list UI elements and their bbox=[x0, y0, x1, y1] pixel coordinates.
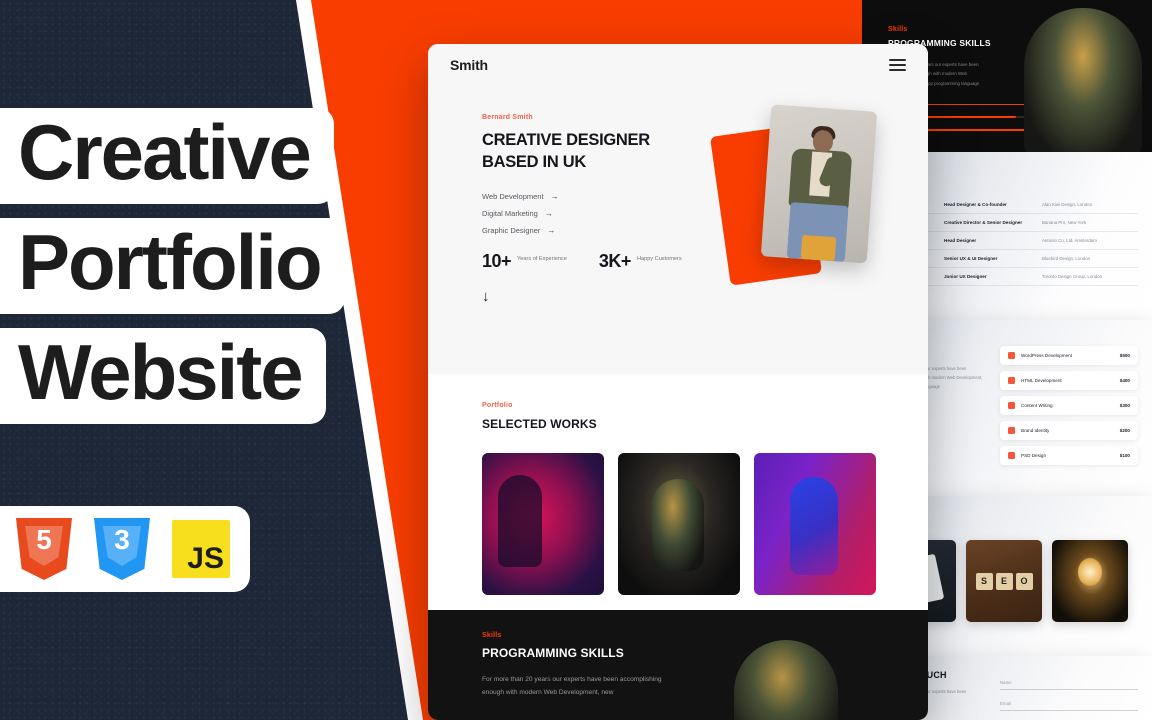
hero-link-label: Graphic Designer bbox=[482, 225, 541, 235]
service-name: WordPress Development bbox=[1021, 353, 1072, 358]
period-org: Bluebird Design, London bbox=[1042, 256, 1091, 261]
period-org: Alan Kiwi Design, London bbox=[1042, 202, 1093, 207]
news-card-lightbulb[interactable] bbox=[1052, 540, 1128, 622]
stat-years-experience: 10+ Years of Experience bbox=[482, 251, 567, 272]
hamburger-icon[interactable] bbox=[889, 59, 906, 71]
service-name: HTML Development bbox=[1021, 378, 1062, 383]
contact-form: Name Email bbox=[1000, 670, 1138, 720]
portfolio-eyebrow: Portfolio bbox=[482, 402, 513, 409]
hero-section: Bernard Smith CREATIVE DESIGNER BASED IN… bbox=[428, 86, 928, 374]
thumbnail-title: Creative Portfolio Website bbox=[0, 108, 345, 424]
site-navbar: Smith bbox=[428, 44, 928, 86]
photoshop-icon bbox=[1008, 452, 1015, 459]
name-field[interactable]: Name bbox=[1000, 676, 1138, 690]
portfolio-title: SELECTED WORKS bbox=[482, 417, 597, 431]
period-org: Antonio Co. Ltd, Amsterdam bbox=[1042, 238, 1097, 243]
hero-link-label: Web Development bbox=[482, 191, 544, 201]
html5-logo-label: 5 bbox=[36, 524, 52, 555]
list-item[interactable]: Brand Identity $200 bbox=[1000, 421, 1138, 440]
work-neon-figure[interactable] bbox=[482, 453, 604, 595]
stat-happy-customers: 3K+ Happy Customers bbox=[599, 251, 682, 272]
list-item[interactable]: PSD Design $100 bbox=[1000, 446, 1138, 465]
website-mockup-main: Smith Bernard Smith CREATIVE DESIGNER BA… bbox=[428, 44, 928, 720]
work-gold-face[interactable] bbox=[618, 453, 740, 595]
service-price: $400 bbox=[1119, 378, 1130, 383]
list-item[interactable]: HTML Development $400 bbox=[1000, 371, 1138, 390]
arrow-right-icon: → bbox=[550, 191, 559, 201]
arrow-right-icon: → bbox=[544, 208, 553, 218]
list-item[interactable]: WordPress Development $500 bbox=[1000, 346, 1138, 365]
service-name: Content Writing bbox=[1021, 403, 1053, 408]
portfolio-section: Portfolio SELECTED WORKS bbox=[428, 374, 928, 610]
services-list: WordPress Development $500 HTML Developm… bbox=[1000, 344, 1138, 496]
palette-icon bbox=[1008, 427, 1015, 434]
period-role: Senior UX & UI Designer bbox=[944, 256, 998, 261]
service-price: $300 bbox=[1119, 403, 1130, 408]
tech-badge-group: 5 3 JS bbox=[0, 506, 250, 592]
title-line-2: Portfolio bbox=[0, 217, 345, 314]
period-role: Head Designer & Co-founder bbox=[944, 202, 1007, 207]
title-line-3: Website bbox=[0, 327, 326, 424]
service-price: $500 bbox=[1119, 353, 1130, 358]
seo-tile: E bbox=[995, 572, 1013, 590]
html5-logo: 5 bbox=[16, 518, 72, 580]
period-role: Creative Director & Senior Designer bbox=[944, 220, 1023, 225]
stat-value: 10+ bbox=[482, 250, 512, 271]
wordpress-icon bbox=[1008, 352, 1015, 359]
work-blue-bust[interactable] bbox=[754, 453, 876, 595]
period-org: Toronto Design Group, London bbox=[1042, 274, 1103, 279]
stat-label: Years of Experience bbox=[517, 255, 567, 262]
hero-link-label: Digital Marketing bbox=[482, 208, 538, 218]
css3-logo: 3 bbox=[94, 518, 150, 580]
service-price: $200 bbox=[1119, 428, 1130, 433]
hero-photo-group bbox=[710, 104, 880, 288]
site-logo[interactable]: Smith bbox=[450, 57, 488, 73]
seo-tile: S bbox=[975, 572, 993, 590]
period-role: Head Designer bbox=[944, 238, 977, 243]
arrow-right-icon: → bbox=[547, 225, 556, 235]
seo-tile: O bbox=[1015, 572, 1033, 590]
service-name: PSD Design bbox=[1021, 453, 1047, 458]
arrow-down-icon[interactable]: ↓ bbox=[482, 288, 928, 305]
email-field[interactable]: Email bbox=[1000, 697, 1138, 711]
document-icon bbox=[1008, 402, 1015, 409]
stat-label: Happy Customers bbox=[636, 255, 682, 262]
period-org: Banana Pro, New York bbox=[1042, 220, 1087, 225]
skills-eyebrow: Skills bbox=[482, 632, 502, 639]
period-role: Junior UX Designer bbox=[944, 274, 987, 279]
skills-title: PROGRAMMING SKILLS bbox=[482, 646, 624, 660]
list-item[interactable]: Content Writing $300 bbox=[1000, 396, 1138, 415]
news-card-seo[interactable]: S E O bbox=[966, 540, 1042, 622]
css3-logo-label: 3 bbox=[114, 524, 130, 555]
skills-body: For more than 20 years our experts have … bbox=[482, 676, 662, 696]
html-icon bbox=[1008, 377, 1015, 384]
skills-section: Skills PROGRAMMING SKILLS For more than … bbox=[428, 610, 928, 720]
stat-value: 3K+ bbox=[598, 250, 632, 271]
service-price: $100 bbox=[1119, 453, 1130, 458]
hero-portrait-photo bbox=[760, 104, 878, 264]
skills-portrait-image bbox=[1024, 8, 1142, 160]
title-line-1: Creative bbox=[0, 108, 334, 204]
service-name: Brand Identity bbox=[1021, 428, 1050, 433]
works-grid bbox=[482, 453, 928, 595]
javascript-logo: JS bbox=[172, 520, 230, 578]
